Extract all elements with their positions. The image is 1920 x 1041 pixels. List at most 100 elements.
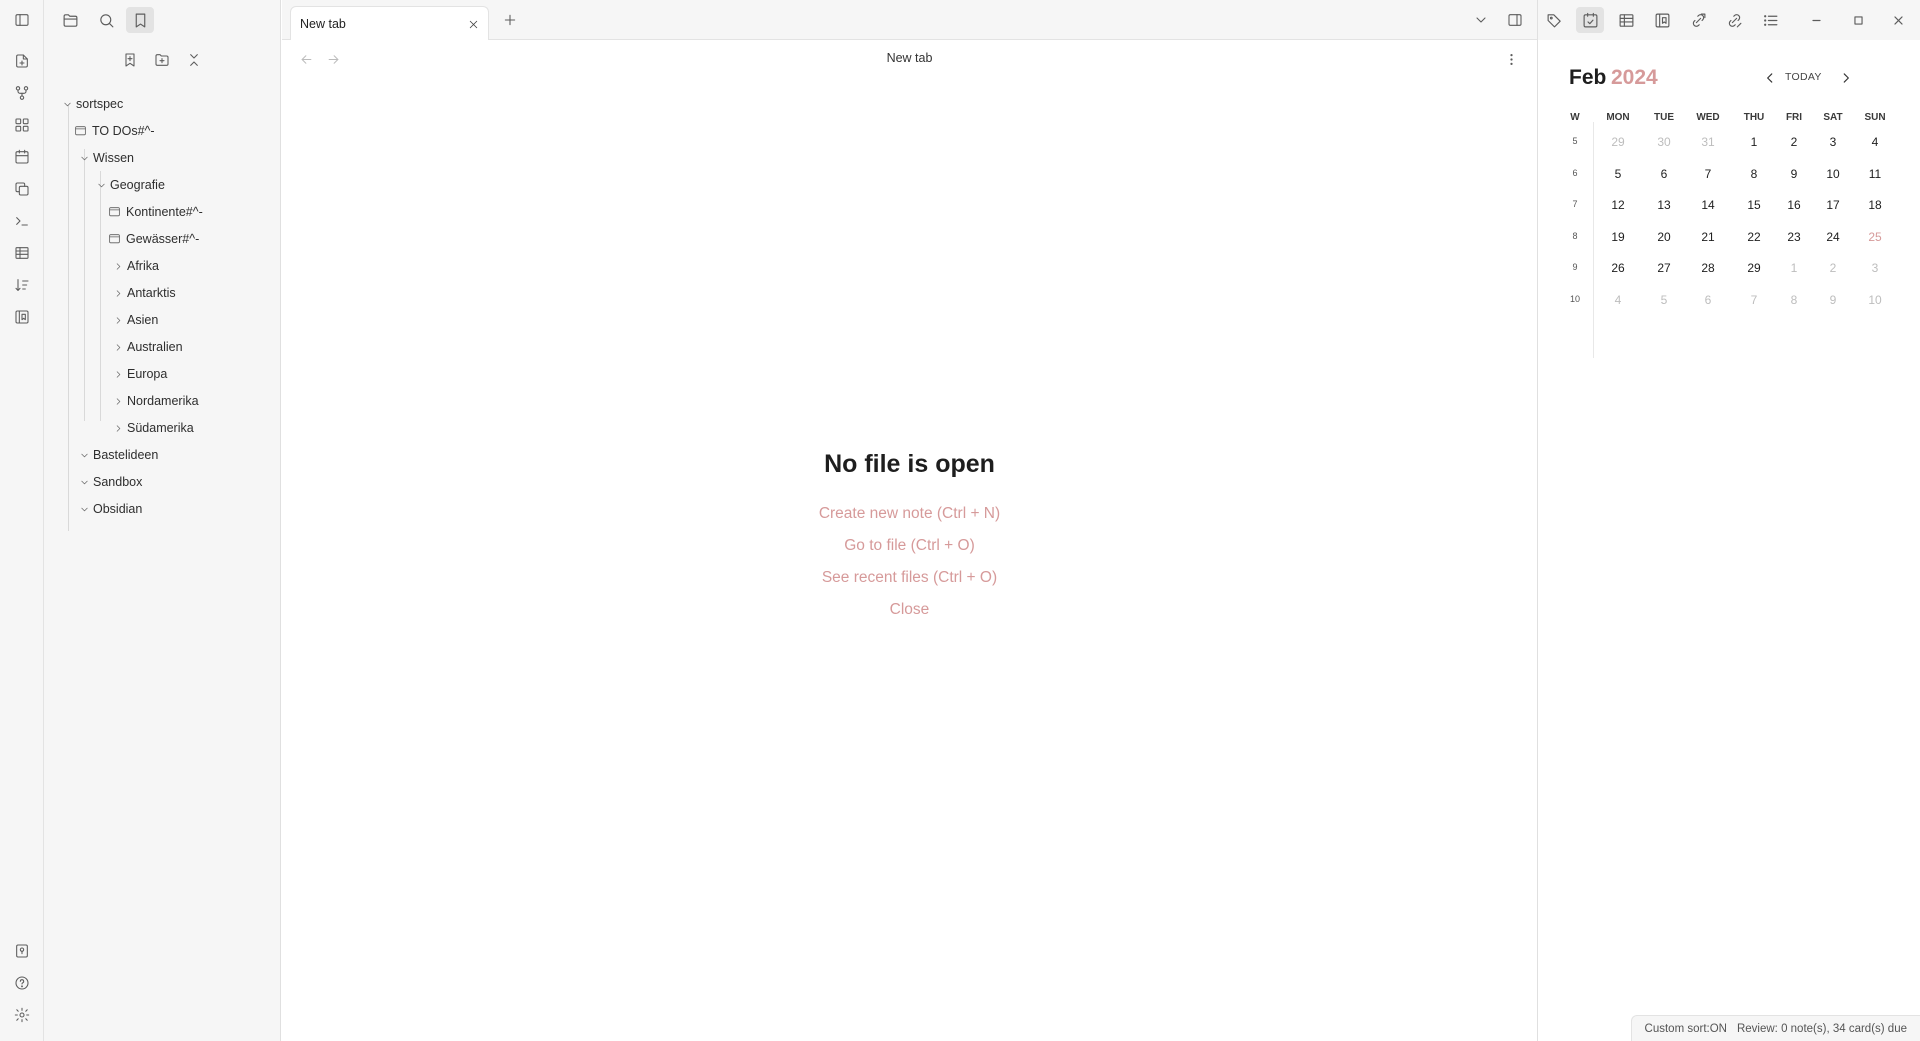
ribbon-canvas-button[interactable]: [9, 112, 35, 138]
tree-item-folder[interactable]: Wissen: [77, 147, 134, 169]
calendar-week-number[interactable]: 9: [1565, 262, 1585, 272]
calendar-day[interactable]: 13: [1649, 195, 1679, 215]
new-tab-button[interactable]: [499, 9, 521, 31]
more-options-button[interactable]: [1500, 48, 1522, 70]
backlinks-tab-button[interactable]: [1720, 7, 1748, 33]
ribbon-daily-note-button[interactable]: [9, 144, 35, 170]
collapse-chevron[interactable]: [111, 394, 125, 408]
collapse-all-button[interactable]: [182, 48, 206, 72]
ribbon-flashcards-button[interactable]: [9, 304, 35, 330]
calendar-day[interactable]: 11: [1860, 164, 1890, 184]
outline-tab-button[interactable]: [1756, 7, 1784, 33]
tree-item-file[interactable]: TO DOs#^-: [74, 120, 155, 142]
recent-files-link[interactable]: See recent files (Ctrl + O): [282, 569, 1537, 587]
expand-chevron[interactable]: [77, 448, 91, 462]
window-minimize-button[interactable]: [1802, 7, 1830, 33]
create-note-link[interactable]: Create new note (Ctrl + N): [282, 505, 1537, 523]
search-tab-button[interactable]: [92, 7, 120, 33]
tab-new-tab[interactable]: New tab: [290, 6, 489, 41]
calendar-day[interactable]: 4: [1603, 290, 1633, 310]
calendar-day[interactable]: 6: [1693, 290, 1723, 310]
status-custom-sort[interactable]: Custom sort:ON: [1645, 1023, 1727, 1035]
calendar-day[interactable]: 30: [1649, 132, 1679, 152]
tree-item-file[interactable]: Gewässer#^-: [108, 228, 199, 250]
go-to-file-link[interactable]: Go to file (Ctrl + O): [282, 537, 1537, 555]
status-review[interactable]: Review: 0 note(s), 34 card(s) due: [1737, 1023, 1907, 1035]
close-link[interactable]: Close: [282, 601, 1537, 619]
tree-item-folder[interactable]: Antarktis: [111, 282, 176, 304]
ribbon-settings-button[interactable]: [9, 1002, 35, 1028]
bookmarks-tab-button[interactable]: [126, 7, 154, 33]
expand-chevron[interactable]: [77, 502, 91, 516]
calendar-day[interactable]: 10: [1860, 290, 1890, 310]
calendar-day[interactable]: 5: [1603, 164, 1633, 184]
new-bookmark-button[interactable]: [118, 48, 142, 72]
tree-item-folder[interactable]: Europa: [111, 363, 167, 385]
window-maximize-button[interactable]: [1844, 7, 1872, 33]
calendar-day[interactable]: 10: [1818, 164, 1848, 184]
calendar-day[interactable]: 20: [1649, 227, 1679, 247]
calendar-day[interactable]: 7: [1739, 290, 1769, 310]
calendar-next-button[interactable]: [1836, 68, 1856, 88]
calendar-day[interactable]: 22: [1739, 227, 1769, 247]
ribbon-table-button[interactable]: [9, 240, 35, 266]
tree-item-folder[interactable]: Sandbox: [77, 471, 142, 493]
collapse-chevron[interactable]: [111, 367, 125, 381]
ribbon-sort-button[interactable]: [9, 272, 35, 298]
calendar-day[interactable]: 14: [1693, 195, 1723, 215]
calendar-day[interactable]: 6: [1649, 164, 1679, 184]
expand-chevron[interactable]: [77, 151, 91, 165]
expand-chevron[interactable]: [60, 97, 74, 111]
calendar-day[interactable]: 17: [1818, 195, 1848, 215]
collapse-chevron[interactable]: [111, 340, 125, 354]
window-close-button[interactable]: [1884, 7, 1912, 33]
tree-item-folder[interactable]: Australien: [111, 336, 183, 358]
calendar-day[interactable]: 26: [1603, 258, 1633, 278]
expand-chevron[interactable]: [77, 475, 91, 489]
ribbon-command-palette-button[interactable]: [9, 208, 35, 234]
ribbon-new-note-button[interactable]: [9, 48, 35, 74]
calendar-week-number[interactable]: 10: [1565, 294, 1585, 304]
ribbon-graph-button[interactable]: [9, 80, 35, 106]
ribbon-vault-button[interactable]: [9, 938, 35, 964]
calendar-day[interactable]: 8: [1779, 290, 1809, 310]
calendar-day[interactable]: 1: [1739, 132, 1769, 152]
tree-item-folder[interactable]: Asien: [111, 309, 158, 331]
calendar-day[interactable]: 23: [1779, 227, 1809, 247]
right-sidebar-toggle-button[interactable]: [1504, 9, 1526, 31]
calendar-today-button[interactable]: TODAY: [1785, 71, 1822, 83]
calendar-day[interactable]: 16: [1779, 195, 1809, 215]
tab-close-button[interactable]: [464, 15, 482, 33]
ribbon-help-button[interactable]: [9, 970, 35, 996]
tree-item-file[interactable]: Kontinente#^-: [108, 201, 203, 223]
calendar-day[interactable]: 19: [1603, 227, 1633, 247]
calendar-week-number[interactable]: 5: [1565, 136, 1585, 146]
table-tab-button[interactable]: [1612, 7, 1640, 33]
tree-item-folder[interactable]: Obsidian: [77, 498, 142, 520]
tree-item-folder[interactable]: sortspec: [60, 93, 123, 115]
calendar-day[interactable]: 15: [1739, 195, 1769, 215]
calendar-day[interactable]: 25: [1860, 227, 1890, 247]
calendar-day[interactable]: 27: [1649, 258, 1679, 278]
calendar-day[interactable]: 9: [1779, 164, 1809, 184]
calendar-day[interactable]: 24: [1818, 227, 1848, 247]
calendar-day[interactable]: 29: [1603, 132, 1633, 152]
outgoing-links-tab-button[interactable]: [1684, 7, 1712, 33]
calendar-day[interactable]: 4: [1860, 132, 1890, 152]
flashcards-tab-button[interactable]: [1648, 7, 1676, 33]
collapse-chevron[interactable]: [111, 286, 125, 300]
calendar-day[interactable]: 3: [1818, 132, 1848, 152]
new-folder-button[interactable]: [150, 48, 174, 72]
files-tab-button[interactable]: [56, 7, 84, 33]
calendar-tab-button[interactable]: [1576, 7, 1604, 33]
calendar-day[interactable]: 18: [1860, 195, 1890, 215]
calendar-day[interactable]: 2: [1779, 132, 1809, 152]
calendar-week-number[interactable]: 6: [1565, 168, 1585, 178]
calendar-day[interactable]: 2: [1818, 258, 1848, 278]
expand-chevron[interactable]: [94, 178, 108, 192]
collapse-chevron[interactable]: [111, 259, 125, 273]
calendar-day[interactable]: 7: [1693, 164, 1723, 184]
collapse-chevron[interactable]: [111, 313, 125, 327]
calendar-day[interactable]: 1: [1779, 258, 1809, 278]
calendar-day[interactable]: 12: [1603, 195, 1633, 215]
